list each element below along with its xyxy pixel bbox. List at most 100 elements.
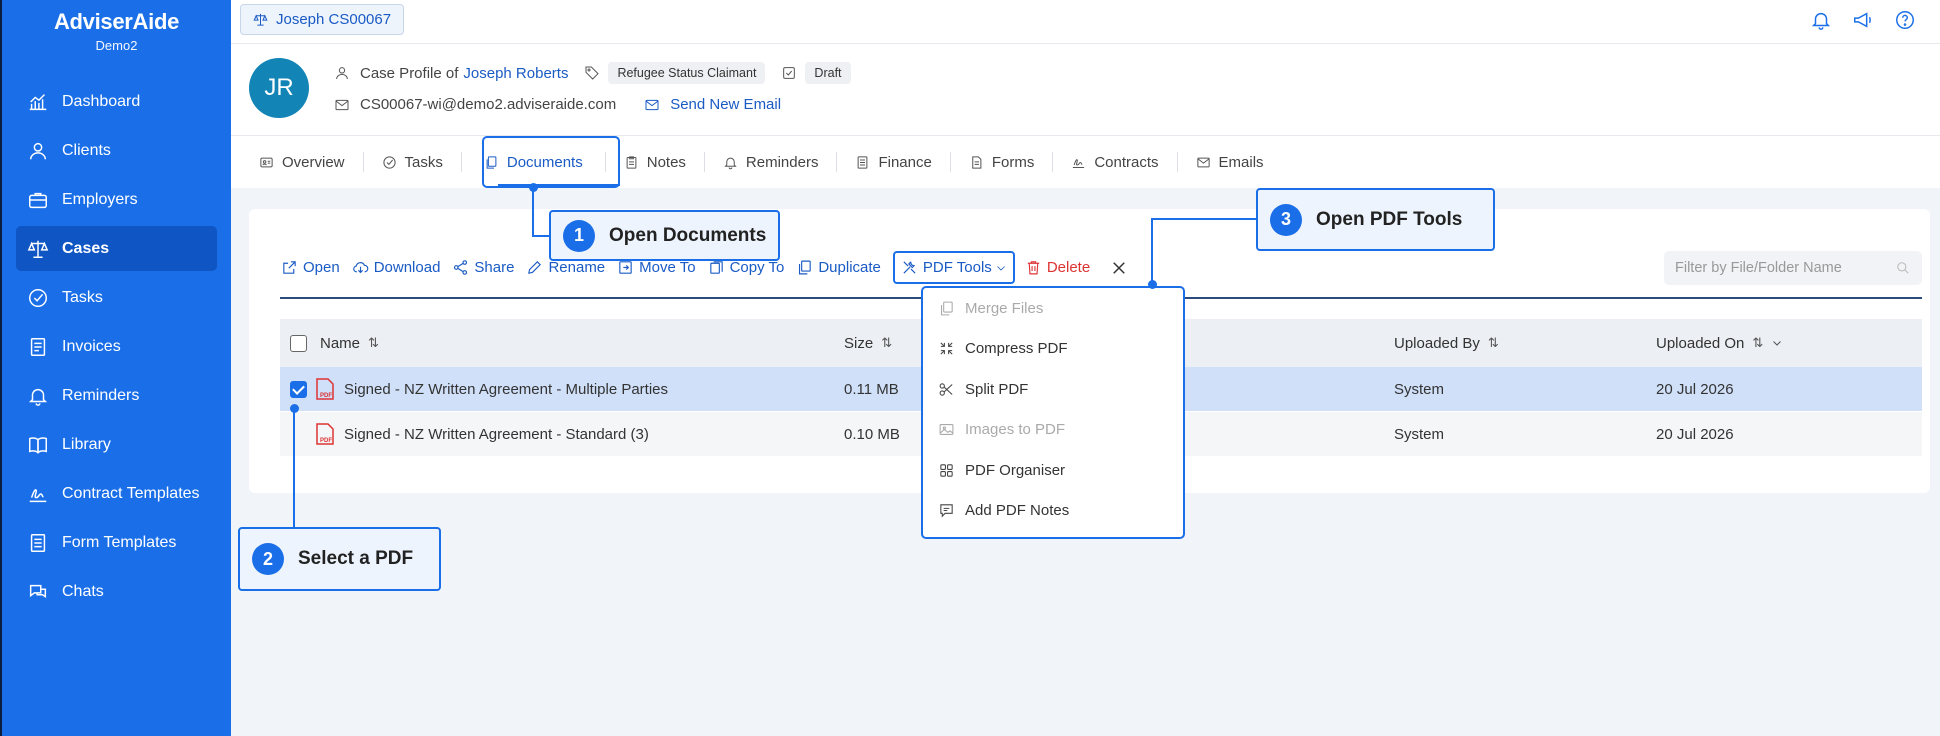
callout-open-pdf-tools: 3 Open PDF Tools (1256, 188, 1495, 251)
file-size: 0.10 MB (844, 425, 900, 443)
menu-item-images-to-pdf[interactable]: Images to PDF (923, 410, 1183, 451)
open-button[interactable]: Open (281, 259, 340, 276)
pdf-tools-button[interactable]: PDF Tools (892, 251, 1015, 284)
duplicate-label: Duplicate (818, 259, 881, 276)
delete-button[interactable]: Delete (1025, 259, 1090, 276)
tab-notes[interactable]: Notes (606, 152, 705, 172)
brand-sub: Demo2 (95, 38, 138, 53)
sidebar-item-clients[interactable]: Clients (16, 128, 217, 173)
file-name: Signed - NZ Written Agreement - Multiple… (344, 380, 669, 398)
duplicate-button[interactable]: Duplicate (796, 259, 881, 276)
sidebar-item-employers[interactable]: Employers (16, 177, 217, 222)
client-name-link[interactable]: Joseph Roberts (463, 65, 568, 82)
sidebar-item-library[interactable]: Library (16, 422, 217, 467)
column-header-uploaded-by[interactable]: Uploaded By ⇅ (1394, 319, 1499, 367)
menu-item-merge-files[interactable]: Merge Files (923, 288, 1183, 329)
case-profile-label: Case Profile of (360, 64, 459, 82)
megaphone-icon[interactable] (1852, 9, 1874, 31)
copy-to-button[interactable]: Copy To (708, 259, 784, 276)
sidebar-item-label: Tasks (62, 288, 103, 306)
sidebar-item-label: Cases (62, 239, 110, 257)
sidebar-item-label: Clients (62, 141, 111, 159)
avatar: JR (249, 58, 309, 118)
move-to-button[interactable]: Move To (617, 259, 696, 276)
download-label: Download (373, 259, 441, 276)
bell-icon[interactable] (1810, 9, 1832, 31)
chat-icon (26, 580, 50, 604)
topbar: Joseph CS00067 (231, 0, 1940, 44)
uploaded-by: System (1394, 380, 1445, 398)
sidebar-item-tasks[interactable]: Tasks (16, 275, 217, 320)
tab-label: Finance (878, 153, 932, 171)
bell-icon (26, 384, 50, 408)
case-type-chip: Refugee Status Claimant (608, 62, 766, 84)
share-button[interactable]: Share (452, 259, 514, 276)
pdf-tools-menu: Merge Files Compress PDF Split PDF Image… (921, 286, 1185, 539)
tab-emails[interactable]: Emails (1178, 152, 1282, 172)
column-header-size[interactable]: Size ⇅ (844, 319, 892, 367)
filter-input[interactable] (1675, 260, 1885, 276)
close-icon[interactable] (1110, 259, 1128, 277)
row-checkbox[interactable] (290, 380, 307, 398)
help-icon[interactable] (1894, 9, 1916, 31)
mail-icon (645, 99, 659, 110)
column-header-name[interactable]: Name ⇅ (320, 319, 379, 367)
sidebar-item-form-templates[interactable]: Form Templates (16, 520, 217, 565)
callout-open-documents: 1 Open Documents (549, 210, 780, 261)
case-tab[interactable]: Joseph CS00067 (240, 4, 405, 35)
sidebar-item-label: Reminders (62, 386, 140, 404)
svg-text:PDF: PDF (320, 393, 332, 399)
callout-text: Open Documents (609, 224, 767, 246)
image-icon (939, 424, 954, 436)
sidebar-item-reminders[interactable]: Reminders (16, 373, 217, 418)
send-email-link[interactable]: Send New Email (670, 96, 781, 113)
pdf-file-icon: PDF (316, 423, 334, 445)
copy-icon (709, 261, 723, 274)
file-name-cell: PDF Signed - NZ Written Agreement - Stan… (316, 412, 649, 456)
file-name: Signed - NZ Written Agreement - Standard… (344, 425, 649, 443)
tab-forms[interactable]: Forms (951, 152, 1054, 172)
move-icon (619, 261, 632, 274)
menu-item-add-pdf-notes[interactable]: Add PDF Notes (923, 491, 1183, 532)
rename-button[interactable]: Rename (526, 259, 605, 276)
download-button[interactable]: Download (352, 259, 441, 276)
sidebar-item-dashboard[interactable]: Dashboard (16, 79, 217, 124)
menu-item-pdf-organiser[interactable]: PDF Organiser (923, 450, 1183, 491)
sidebar-item-contract-templates[interactable]: Contract Templates (16, 471, 217, 516)
tab-finance[interactable]: Finance (837, 152, 951, 172)
callout-connector (532, 235, 550, 237)
tab-label: Contracts (1094, 153, 1159, 171)
sidebar-item-label: Employers (62, 190, 138, 208)
tab-tasks[interactable]: Tasks (364, 152, 462, 172)
merge-files-icon (941, 301, 953, 316)
select-all-checkbox[interactable] (290, 334, 307, 352)
callout-connector (293, 408, 295, 528)
menu-item-label: Merge Files (965, 299, 1044, 317)
profile-row-email: CS00067-wi@demo2.adviseraide.com Send Ne… (334, 96, 781, 113)
sidebar-item-invoices[interactable]: Invoices (16, 324, 217, 369)
grid-icon (940, 464, 953, 477)
tools-icon (903, 261, 916, 274)
menu-item-split-pdf[interactable]: Split PDF (923, 369, 1183, 410)
check-circle-icon (382, 155, 396, 169)
column-label: Uploaded By (1394, 334, 1480, 352)
menu-item-label: Split PDF (965, 380, 1029, 398)
tab-label: Tasks (404, 153, 443, 171)
tab-label: Overview (282, 153, 345, 171)
share-icon (454, 260, 468, 275)
tab-contracts[interactable]: Contracts (1053, 152, 1178, 172)
scales-icon (253, 13, 268, 26)
share-label: Share (474, 259, 515, 276)
tab-reminders[interactable]: Reminders (705, 152, 838, 172)
uploaded-on: 20 Jul 2026 (1656, 425, 1734, 443)
sidebar-item-label: Invoices (62, 337, 121, 355)
sidebar-item-chats[interactable]: Chats (16, 569, 217, 614)
tab-overview[interactable]: Overview (259, 152, 364, 172)
column-header-uploaded-on[interactable]: Uploaded On ⇅ (1656, 319, 1783, 367)
menu-item-compress-pdf[interactable]: Compress PDF (923, 329, 1183, 370)
cloud-download-icon (352, 262, 368, 274)
open-label: Open (303, 259, 340, 276)
callout-number: 2 (252, 543, 284, 575)
sidebar-item-cases[interactable]: Cases (16, 226, 217, 271)
sidebar-item-label: Contract Templates (62, 484, 200, 502)
